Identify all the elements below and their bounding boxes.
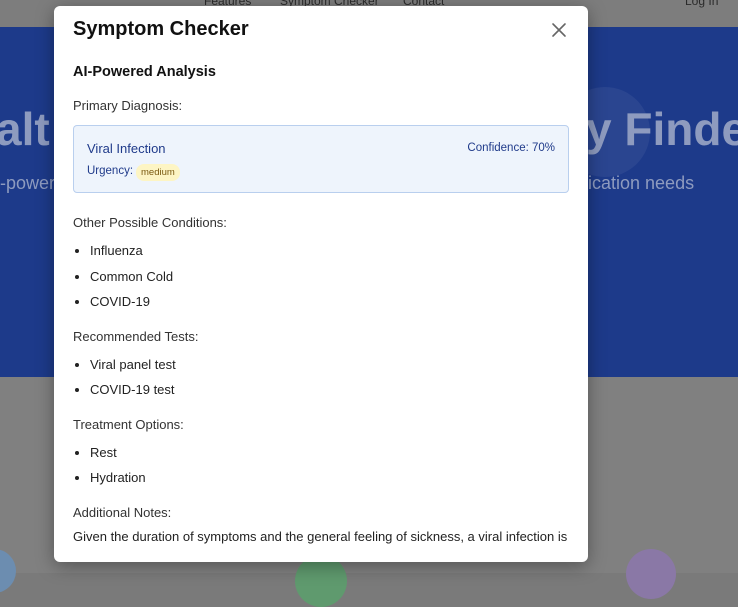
hero-subtitle-right: ication needs	[588, 173, 695, 193]
other-conditions-label: Other Possible Conditions:	[73, 215, 227, 230]
list-item: Rest	[90, 440, 569, 466]
urgency-label: Urgency:	[87, 165, 134, 177]
diagnosis-name: Viral Infection	[87, 141, 166, 156]
feature-icon-circle	[626, 549, 676, 599]
close-icon[interactable]	[550, 21, 568, 39]
list-item: Viral panel test	[90, 352, 569, 378]
additional-notes-text: Given the duration of symptoms and the g…	[73, 528, 568, 544]
list-item: Common Cold	[90, 264, 569, 290]
other-conditions-list: Influenza Common Cold COVID-19	[73, 238, 569, 315]
treatment-options-label: Treatment Options:	[73, 416, 184, 432]
primary-diagnosis-card: Viral Infection Confidence: 70% Urgency:…	[73, 125, 569, 193]
treatment-options-list: Rest Hydration	[73, 440, 569, 491]
additional-notes-label: Additional Notes:	[73, 504, 172, 520]
modal-title: Symptom Checker	[73, 18, 249, 40]
urgency-badge: medium	[136, 164, 180, 181]
list-item: COVID-19	[90, 289, 569, 315]
modal-content: AI-Powered Analysis Primary Diagnosis: V…	[73, 64, 569, 546]
hero-subtitle-left: -power	[0, 173, 56, 193]
list-item: COVID-19 test	[90, 377, 569, 403]
diagnosis-confidence: Confidence: 70%	[467, 142, 555, 154]
symptom-checker-modal: Symptom Checker AI-Powered Analysis Prim…	[54, 6, 588, 562]
analysis-heading: AI-Powered Analysis	[73, 64, 216, 80]
nav-link-login[interactable]: Log In	[685, 0, 718, 8]
primary-diagnosis-label: Primary Diagnosis:	[73, 98, 183, 113]
recommended-tests-label: Recommended Tests:	[73, 328, 199, 344]
recommended-tests-list: Viral panel test COVID-19 test	[73, 352, 569, 403]
hero-title-right: y Finde	[586, 103, 738, 155]
hero-title-left: alt	[0, 103, 50, 155]
feature-icon-circle	[0, 549, 16, 593]
list-item: Influenza	[90, 238, 569, 264]
feature-icon-circle	[295, 555, 347, 607]
list-item: Hydration	[90, 465, 569, 491]
